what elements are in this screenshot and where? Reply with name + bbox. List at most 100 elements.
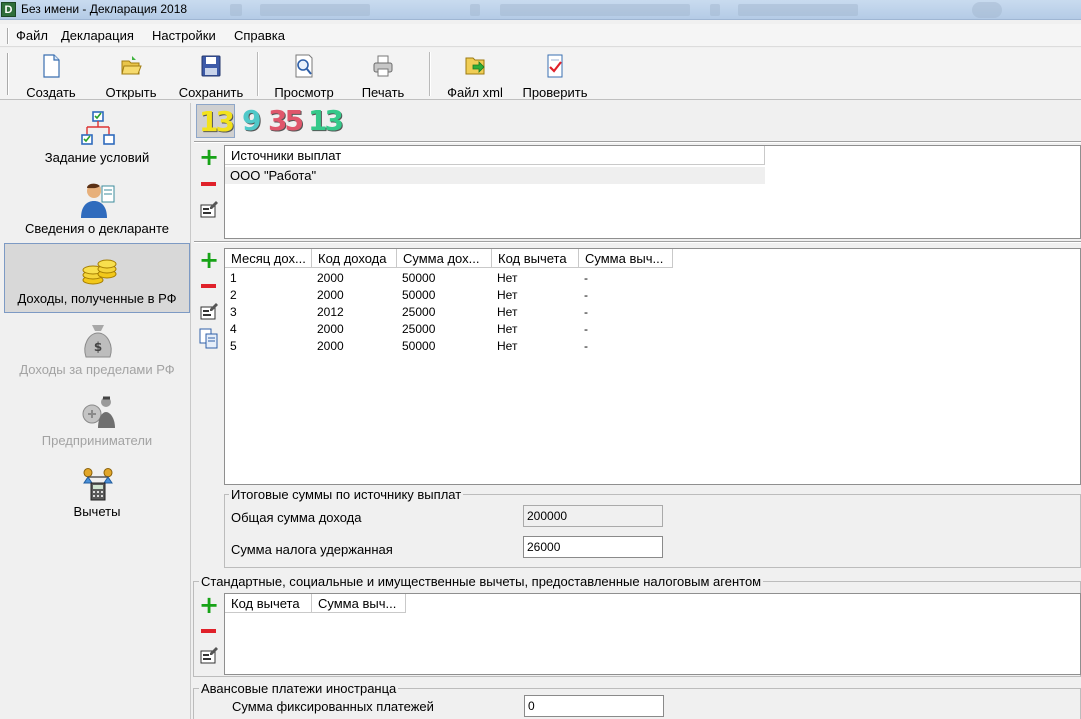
column-header-income-sum[interactable]: Сумма дох... bbox=[397, 249, 492, 268]
menu-help[interactable]: Справка bbox=[234, 28, 285, 43]
coins-icon bbox=[82, 259, 117, 285]
edit-income-icon[interactable] bbox=[198, 301, 220, 323]
nav-label: Доходы за пределами РФ bbox=[19, 362, 175, 377]
nav-conditions[interactable]: Задание условий bbox=[4, 103, 190, 173]
column-header-deduction-code[interactable]: Код вычета bbox=[225, 594, 312, 613]
column-header-month[interactable]: Месяц дох... bbox=[225, 249, 312, 268]
scales-calculator-icon bbox=[83, 468, 113, 501]
remove-deduction-minus-icon[interactable] bbox=[198, 620, 220, 642]
table-row[interactable]: 2 2000 50000 Нет - bbox=[225, 287, 673, 304]
background-tab bbox=[260, 4, 370, 16]
export-xml-icon bbox=[465, 57, 485, 75]
nav-deductions[interactable]: Вычеты bbox=[4, 457, 190, 527]
month-cell: 1 bbox=[230, 271, 237, 285]
table-row[interactable]: 1 2000 50000 Нет - bbox=[225, 270, 673, 287]
sidebar: Задание условий Сведения о декларанте До… bbox=[4, 103, 191, 719]
nav-label: Предприниматели bbox=[41, 433, 153, 448]
toolbar-separator bbox=[257, 52, 259, 96]
fixed-payments-label: Сумма фиксированных платежей bbox=[232, 699, 434, 714]
background-tab bbox=[738, 4, 858, 16]
check-button[interactable]: Проверить bbox=[516, 52, 594, 100]
add-income-plus-icon[interactable]: + bbox=[198, 248, 220, 272]
table-row[interactable]: ООО "Работа" bbox=[225, 167, 765, 184]
column-header-sources[interactable]: Источники выплат bbox=[225, 146, 765, 165]
nav-incomes-abroad[interactable]: $ Доходы за пределами РФ bbox=[4, 315, 190, 385]
menu-settings[interactable]: Настройки bbox=[152, 28, 216, 43]
menu-file[interactable]: Файл bbox=[16, 28, 48, 43]
deduction-sum-cell: - bbox=[584, 322, 588, 336]
total-income-label: Общая сумма дохода bbox=[231, 510, 362, 525]
column-header-income-code[interactable]: Код дохода bbox=[312, 249, 397, 268]
businessman-icon bbox=[82, 396, 115, 428]
deduction-code-cell: Нет bbox=[497, 271, 518, 285]
incomes-grid: Месяц дох... Код дохода Сумма дох... Код… bbox=[224, 248, 1081, 485]
income-code-cell: 2012 bbox=[317, 305, 344, 319]
xml-file-button[interactable]: Файл xml bbox=[442, 52, 508, 100]
remove-income-minus-icon[interactable] bbox=[198, 275, 220, 297]
preview-button[interactable]: Просмотр bbox=[268, 52, 340, 100]
add-source-plus-icon[interactable]: + bbox=[198, 145, 220, 169]
deduction-code-cell: Нет bbox=[497, 322, 518, 336]
new-document-icon bbox=[43, 54, 60, 78]
tax-withheld-field[interactable]: 26000 bbox=[523, 536, 663, 558]
save-label: Сохранить bbox=[178, 85, 244, 100]
background-tab-icon bbox=[470, 4, 480, 16]
month-cell: 3 bbox=[230, 305, 237, 319]
check-document-icon bbox=[547, 54, 563, 78]
money-bag-icon: $ bbox=[84, 325, 112, 358]
printer-icon bbox=[373, 55, 393, 77]
income-sum-cell: 25000 bbox=[402, 305, 436, 319]
remove-source-minus-icon[interactable] bbox=[198, 173, 220, 195]
fixed-payments-field[interactable]: 0 bbox=[524, 695, 664, 717]
create-button[interactable]: Создать bbox=[20, 52, 82, 100]
nav-incomes-rf[interactable]: Доходы, полученные в РФ bbox=[4, 243, 190, 313]
totals-group-title: Итоговые суммы по источнику выплат bbox=[229, 487, 464, 502]
preview-magnifier-icon bbox=[295, 54, 313, 78]
column-header-deduction-sum[interactable]: Сумма выч... bbox=[579, 249, 673, 268]
income-code-cell: 2000 bbox=[317, 322, 344, 336]
divider bbox=[194, 241, 1081, 243]
print-label: Печать bbox=[361, 85, 405, 100]
background-tab bbox=[500, 4, 690, 16]
nav-declarant[interactable]: Сведения о декларанте bbox=[4, 174, 190, 244]
deduction-code-cell: Нет bbox=[497, 339, 518, 353]
copy-income-icon[interactable] bbox=[198, 327, 220, 349]
create-label: Создать bbox=[26, 85, 76, 100]
income-sum-cell: 50000 bbox=[402, 271, 436, 285]
rate-tab-13[interactable]: 13 bbox=[196, 104, 235, 138]
menu-declaration[interactable]: Декларация bbox=[61, 28, 134, 43]
column-header-deduction-code[interactable]: Код вычета bbox=[492, 249, 579, 268]
table-row[interactable]: 4 2000 25000 Нет - bbox=[225, 321, 673, 338]
deduction-sum-cell: - bbox=[584, 271, 588, 285]
preview-label: Просмотр bbox=[274, 85, 334, 100]
rate-tab-35[interactable]: 35 bbox=[268, 104, 304, 138]
edit-deduction-icon[interactable] bbox=[198, 645, 220, 667]
nav-entrepreneurs[interactable]: Предприниматели bbox=[4, 386, 190, 456]
table-row[interactable]: 5 2000 50000 Нет - bbox=[225, 338, 673, 355]
month-cell: 2 bbox=[230, 288, 237, 302]
rate-tab-9[interactable]: 9 bbox=[242, 104, 262, 138]
edit-source-icon[interactable] bbox=[198, 199, 220, 221]
toolbar: Создать Открыть Сохранить Просмотр Печат… bbox=[0, 48, 1081, 100]
org-chart-icon bbox=[81, 111, 115, 145]
floppy-disk-icon bbox=[201, 55, 221, 77]
add-deduction-plus-icon[interactable]: + bbox=[198, 593, 220, 617]
table-row[interactable]: 3 2012 25000 Нет - bbox=[225, 304, 673, 321]
deduction-sum-cell: - bbox=[584, 305, 588, 319]
xml-file-label: Файл xml bbox=[447, 85, 503, 100]
rate-tab-13-alt[interactable]: 13 bbox=[308, 104, 344, 138]
save-button[interactable]: Сохранить bbox=[176, 52, 246, 100]
nav-label: Доходы, полученные в РФ bbox=[17, 291, 177, 306]
deductions-group-title: Стандартные, социальные и имущественные … bbox=[199, 574, 764, 589]
open-button[interactable]: Открыть bbox=[100, 52, 162, 100]
sources-grid-header: Источники выплат bbox=[225, 146, 765, 165]
toolbar-separator bbox=[429, 52, 431, 96]
print-button[interactable]: Печать bbox=[354, 52, 412, 100]
tax-withheld-label: Сумма налога удержанная bbox=[231, 542, 393, 557]
deduction-sum-cell: - bbox=[584, 339, 588, 353]
month-cell: 4 bbox=[230, 322, 237, 336]
column-header-deduction-sum[interactable]: Сумма выч... bbox=[312, 594, 406, 613]
sources-grid: Источники выплат ООО "Работа" bbox=[224, 145, 1081, 239]
menu-bar: Файл Декларация Настройки Справка bbox=[0, 24, 1081, 47]
title-bar: D Без имени - Декларация 2018 bbox=[0, 0, 1081, 20]
